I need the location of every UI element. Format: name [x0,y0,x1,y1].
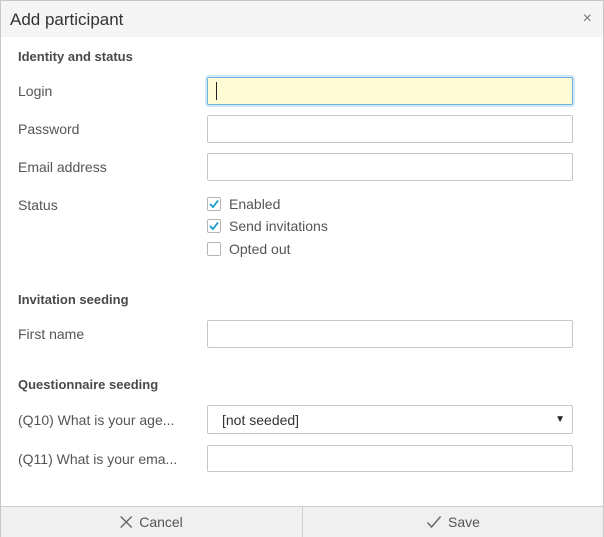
dialog-title: Add participant [10,10,124,29]
enabled-checkbox[interactable] [207,197,221,211]
section-identity-heading: Identity and status [18,49,133,64]
q10-selected-value: [not seeded] [222,412,300,428]
q10-select[interactable]: [not seeded] ▼ [207,405,573,434]
email-input[interactable] [207,153,573,181]
dialog-titlebar: Add participant × [1,1,603,37]
first-name-label: First name [18,326,85,342]
password-input[interactable] [207,115,573,143]
password-label: Password [18,121,80,137]
status-label: Status [18,197,58,213]
check-icon [427,516,442,529]
save-button-label: Save [448,514,480,530]
save-button[interactable]: Save [302,507,603,537]
x-icon [120,516,133,528]
section-questionnaire-heading: Questionnaire seeding [18,377,159,392]
login-input[interactable] [207,77,573,105]
checkmark-icon [209,221,219,231]
caret-down-icon: ▼ [555,414,565,425]
send-invitations-checkbox[interactable] [207,219,221,233]
opted-out-checkbox-label: Opted out [229,241,291,257]
cancel-button-label: Cancel [139,514,183,530]
send-invitations-checkbox-label: Send invitations [229,218,328,234]
close-icon[interactable]: × [583,10,592,28]
opted-out-checkbox[interactable] [207,242,221,256]
cancel-button[interactable]: Cancel [1,507,301,537]
add-participant-dialog: Add participant × Identity and status Lo… [0,0,604,537]
dialog-footer: Cancel Save [1,506,603,537]
text-caret [216,82,217,100]
first-name-input[interactable] [207,320,573,348]
q11-label: (Q11) What is your ema... [18,451,178,467]
enabled-checkbox-label: Enabled [229,196,281,212]
checkmark-icon [209,199,219,209]
q10-label: (Q10) What is your age... [18,412,175,428]
email-label: Email address [18,159,107,175]
q11-input[interactable] [207,445,573,472]
section-invitation-heading: Invitation seeding [18,292,129,307]
login-label: Login [18,83,53,99]
